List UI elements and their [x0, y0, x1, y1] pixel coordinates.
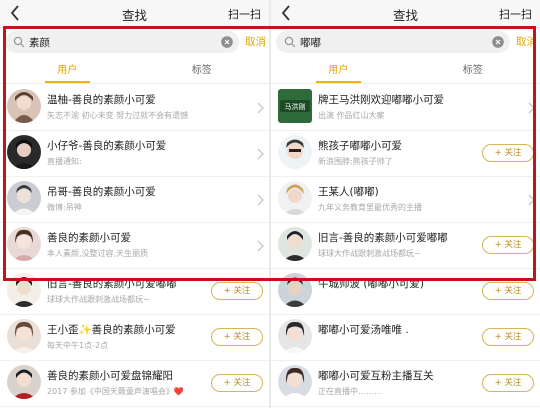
avatar: 马洪刚 [278, 89, 312, 123]
follow-button[interactable]: + 关注 [211, 374, 263, 392]
tab-tags[interactable]: 标签 [406, 58, 540, 84]
chevron-right-icon [257, 194, 264, 206]
list-item[interactable]: 王某人(嘟嘟) 九年义务教育里最优秀的主播 [271, 177, 540, 223]
follow-button[interactable]: + 关注 [211, 282, 263, 300]
user-name: 小仔爷-善良的素颜小可爱 [47, 140, 167, 152]
avatar [278, 135, 312, 169]
list-item[interactable]: 王小歪✨善良的素颜小可爱 每天中午1点-2点 + 关注 [0, 315, 269, 361]
avatar-label: 马洪刚 [285, 102, 306, 111]
user-desc: 正在直播中……… [318, 387, 382, 396]
scan-button[interactable]: 扫一扫 [228, 6, 261, 22]
clear-icon[interactable] [492, 36, 504, 48]
search-icon [284, 36, 296, 48]
list-item[interactable]: 小仔爷-善良的素颜小可爱 直播通知: [0, 131, 269, 177]
avatar [278, 181, 312, 215]
search-bar: 取消 [0, 30, 269, 56]
user-desc: 微博:吊神 [47, 203, 82, 212]
user-name: 旧言-善良的素颜小可爱嘟嘟 [318, 232, 448, 244]
tab-tags[interactable]: 标签 [135, 58, 270, 84]
avatar [278, 227, 312, 261]
follow-button[interactable]: + 关注 [482, 282, 534, 300]
chevron-right-icon [257, 102, 264, 114]
user-name: 牌王马洪刚欢迎嘟嘟小可爱 [318, 94, 444, 106]
avatar [7, 227, 41, 261]
search-box [276, 31, 510, 53]
avatar [278, 319, 312, 353]
search-input[interactable] [29, 33, 213, 51]
user-name: 嘟嘟小可爱汤唯唯 . [318, 324, 409, 336]
avatar [7, 273, 41, 307]
list-item[interactable]: 吊哥-善良的素颜小可爱 微博:吊神 [0, 177, 269, 223]
user-name: 熊孩子嘟嘟小可爱 [318, 140, 402, 152]
user-name: 吊哥-善良的素颜小可爱 [47, 186, 156, 198]
list-item[interactable]: 牛城帅波 (嘟嘟小可爱) + 关注 [271, 269, 540, 315]
list-item[interactable]: 嘟嘟小可爱互粉主播互关 正在直播中……… + 关注 [271, 361, 540, 407]
user-name: 牛城帅波 (嘟嘟小可爱) [318, 278, 425, 290]
nav-bar: 查找 扫一扫 [0, 0, 269, 28]
active-tab-indicator [316, 81, 361, 83]
avatar [278, 365, 312, 399]
active-tab-indicator [45, 81, 90, 83]
search-box [5, 31, 239, 53]
user-name: 善良的素颜小可爱 [47, 232, 131, 244]
avatar [7, 135, 41, 169]
user-desc: 球球大作战跟刺激战场都玩~ [318, 249, 421, 258]
user-desc: 矢志不渝 初心未变 努力过就不会有遗憾 [47, 111, 189, 120]
user-desc: 每天中午1点-2点 [47, 341, 109, 350]
follow-button[interactable]: + 关注 [482, 236, 534, 254]
user-desc: 直播通知: [47, 157, 82, 166]
list-item[interactable]: 温柚-善良的素颜小可爱 矢志不渝 初心未变 努力过就不会有遗憾 [0, 85, 269, 131]
right-search-screen: 查找 扫一扫 取消 用户 标签 马洪刚 牌王马洪刚欢迎嘟嘟小可爱 出演 作品红山… [271, 0, 540, 408]
list-item[interactable]: 善良的素颜小可爱 本人素颜,没整过容,天生丽质 [0, 223, 269, 269]
user-name: 善良的素颜小可爱盘锦耀阳 [47, 370, 173, 382]
user-desc: 2017 参加《中国天籁童声演唱会》❤️ [47, 387, 184, 396]
chevron-right-icon [257, 240, 264, 252]
follow-button[interactable]: + 关注 [482, 374, 534, 392]
avatar [7, 89, 41, 123]
chevron-right-icon [528, 102, 535, 114]
follow-button[interactable]: + 关注 [482, 144, 534, 162]
search-input[interactable] [300, 33, 484, 51]
avatar [7, 319, 41, 353]
nav-bar: 查找 扫一扫 [271, 0, 540, 28]
search-icon [13, 36, 25, 48]
list-item[interactable]: 嘟嘟小可爱汤唯唯 . + 关注 [271, 315, 540, 361]
user-name: 温柚-善良的素颜小可爱 [47, 94, 156, 106]
user-name: 旧言-善良的素颜小可爱嘟嘟 [47, 278, 177, 290]
user-desc: 本人素颜,没整过容,天生丽质 [47, 249, 149, 258]
user-desc: 球球大作战跟刺激战场都玩~ [47, 295, 150, 304]
clear-icon[interactable] [221, 36, 233, 48]
search-bar: 取消 [271, 30, 540, 56]
user-name: 王小歪✨善良的素颜小可爱 [47, 324, 176, 336]
user-desc: 新浪围脖:熊孩子帅了 [318, 157, 393, 166]
list-item[interactable]: 善良的素颜小可爱盘锦耀阳 2017 参加《中国天籁童声演唱会》❤️ + 关注 [0, 361, 269, 407]
user-name: 王某人(嘟嘟) [318, 186, 379, 198]
left-search-screen: 查找 扫一扫 取消 用户 标签 温柚-善良的素颜小可爱 矢志不渝 初心未变 努力… [0, 0, 269, 408]
avatar [7, 181, 41, 215]
cancel-button[interactable]: 取消 [245, 34, 266, 49]
user-desc: 九年义务教育里最优秀的主播 [318, 203, 422, 212]
follow-button[interactable]: + 关注 [482, 328, 534, 346]
chevron-right-icon [257, 148, 264, 160]
user-name: 嘟嘟小可爱互粉主播互关 [318, 370, 434, 382]
list-item[interactable]: 旧言-善良的素颜小可爱嘟嘟 球球大作战跟刺激战场都玩~ + 关注 [0, 269, 269, 315]
list-item[interactable]: 旧言-善良的素颜小可爱嘟嘟 球球大作战跟刺激战场都玩~ + 关注 [271, 223, 540, 269]
avatar [278, 273, 312, 307]
avatar [7, 365, 41, 399]
list-item[interactable]: 熊孩子嘟嘟小可爱 新浪围脖:熊孩子帅了 + 关注 [271, 131, 540, 177]
result-tabs: 用户 标签 [271, 58, 540, 84]
list-item[interactable]: 马洪刚 牌王马洪刚欢迎嘟嘟小可爱 出演 作品红山大案 [271, 85, 540, 131]
cancel-button[interactable]: 取消 [516, 34, 537, 49]
user-desc: 出演 作品红山大案 [318, 111, 385, 120]
scan-button[interactable]: 扫一扫 [499, 6, 532, 22]
chevron-right-icon [528, 194, 535, 206]
follow-button[interactable]: + 关注 [211, 328, 263, 346]
result-tabs: 用户 标签 [0, 58, 269, 84]
